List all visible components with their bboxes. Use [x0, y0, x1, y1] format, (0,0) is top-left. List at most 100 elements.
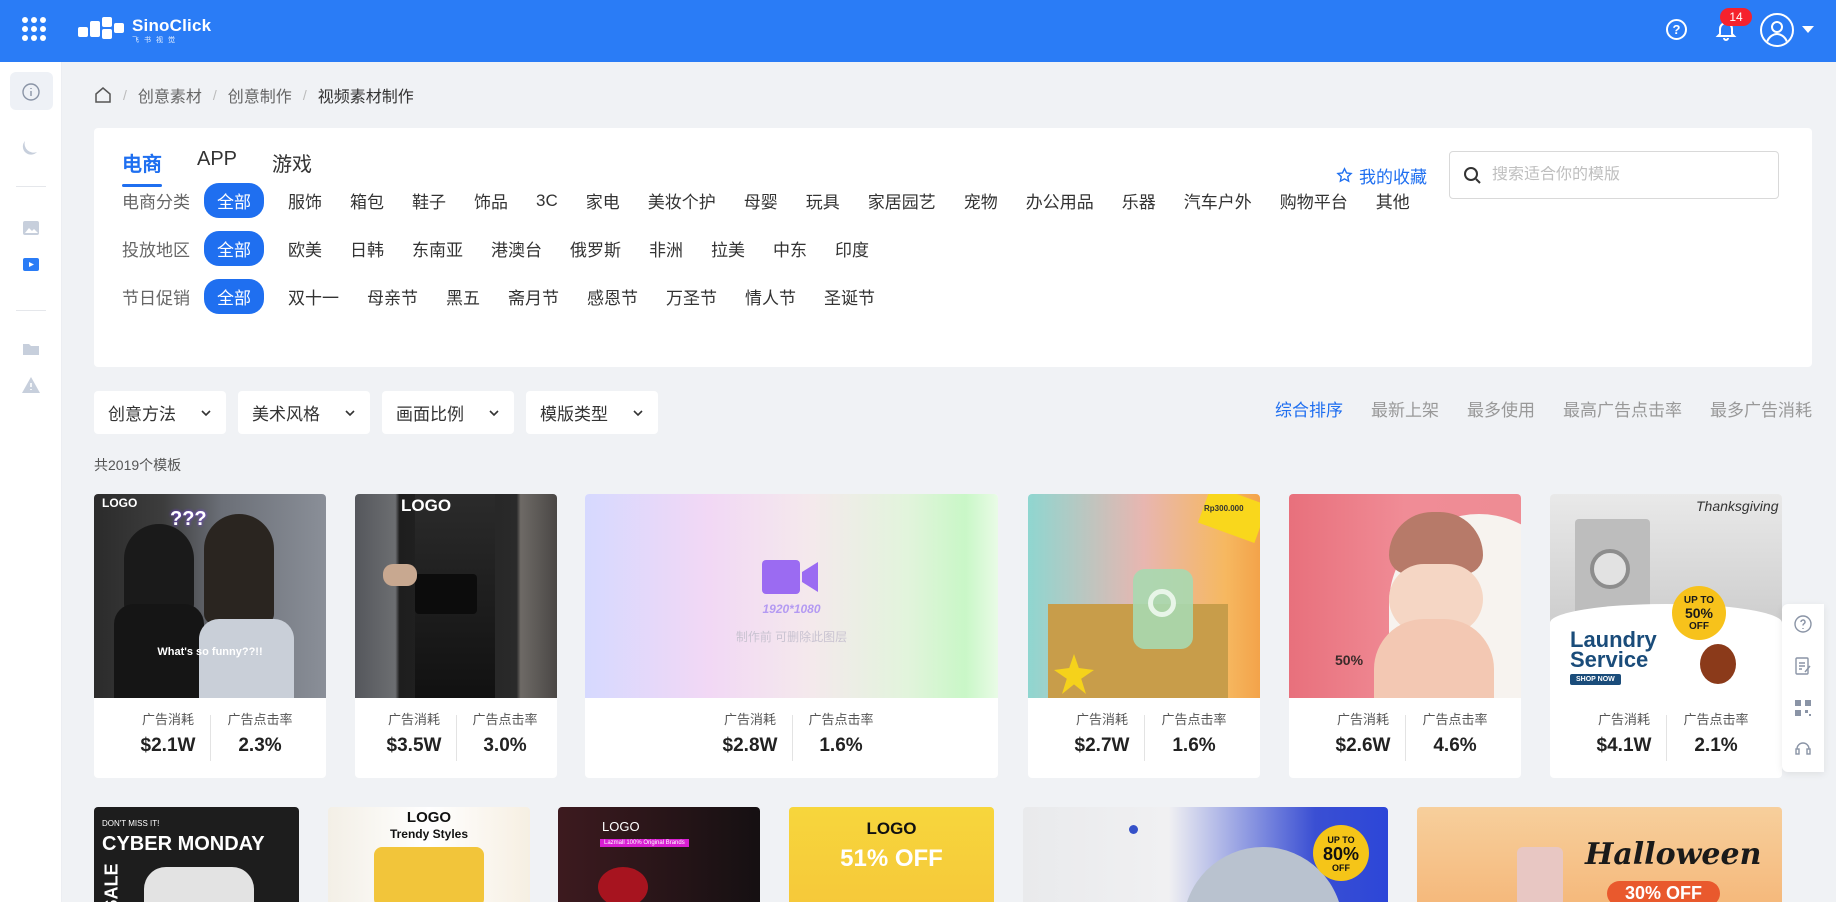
dropdown-art-style[interactable]: 美术风格: [238, 391, 370, 434]
filter-option[interactable]: 日韩: [350, 236, 384, 261]
filter-option[interactable]: 黑五: [446, 284, 480, 309]
ctr-value: 2.3%: [238, 735, 282, 756]
tab-game[interactable]: 游戏: [272, 148, 312, 187]
filter-option[interactable]: 斋月节: [508, 284, 559, 309]
template-thumbnail: 50%: [1289, 494, 1521, 698]
template-card[interactable]: LOGO Lazmall 100% Original Brands: [558, 807, 760, 902]
logo-text: LOGO: [406, 809, 452, 826]
ctr-value: 4.6%: [1433, 735, 1477, 756]
pie-chart-icon[interactable]: [21, 137, 41, 157]
template-card[interactable]: Rp300.000 广告消耗 $2.7W 广告点击率 1.6%: [1028, 494, 1260, 778]
edit-note-icon[interactable]: [1793, 656, 1813, 676]
filter-option[interactable]: 情人节: [745, 284, 796, 309]
sort-most-spend[interactable]: 最多广告消耗: [1710, 396, 1812, 421]
template-card[interactable]: LOGO 广告消耗 $3.5W 广告点击率 3.0%: [355, 494, 557, 778]
filter-option[interactable]: 中东: [773, 236, 807, 261]
filter-option[interactable]: 购物平台: [1280, 188, 1348, 213]
filter-option[interactable]: 港澳台: [491, 236, 542, 261]
filter-option[interactable]: 办公用品: [1026, 188, 1094, 213]
dropdown-creative-method[interactable]: 创意方法: [94, 391, 226, 434]
filter-option[interactable]: 家居园艺: [868, 188, 936, 213]
filter-option[interactable]: 3C: [536, 191, 558, 211]
breadcrumb-item[interactable]: 创意素材: [138, 83, 202, 107]
spend-label: 广告消耗: [141, 712, 194, 727]
template-card[interactable]: DON'T MISS IT! CYBER MONDAY SALE: [94, 807, 299, 902]
shop-now-tag: SHOP NOW: [1570, 674, 1621, 685]
dropdown-aspect-ratio[interactable]: 画面比例: [382, 391, 514, 434]
filter-option[interactable]: 印度: [835, 236, 869, 261]
warning-icon[interactable]: [21, 375, 41, 395]
filter-option[interactable]: 双十一: [288, 284, 339, 309]
help-icon[interactable]: [1793, 614, 1813, 634]
template-card[interactable]: Thanksgiving Laundry Service SHOP NOW UP…: [1550, 494, 1782, 778]
filter-option[interactable]: 非洲: [649, 236, 683, 261]
filter-option[interactable]: 圣诞节: [824, 284, 875, 309]
sort-newest[interactable]: 最新上架: [1371, 396, 1439, 421]
filter-option[interactable]: 宠物: [964, 188, 998, 213]
sort-highest-ctr[interactable]: 最高广告点击率: [1563, 396, 1682, 421]
filter-option[interactable]: 全部: [204, 279, 264, 314]
filter-label: 投放地区: [122, 241, 190, 260]
filter-option[interactable]: 东南亚: [412, 236, 463, 261]
ctr-value: 1.6%: [1172, 735, 1216, 756]
filter-option[interactable]: 母婴: [744, 188, 778, 213]
folder-icon[interactable]: [21, 339, 41, 359]
filter-option[interactable]: 箱包: [350, 188, 384, 213]
image-icon[interactable]: [21, 218, 41, 238]
filter-option[interactable]: 乐器: [1122, 188, 1156, 213]
filter-option[interactable]: 玩具: [806, 188, 840, 213]
support-icon[interactable]: [1793, 738, 1813, 758]
card-stats: 广告消耗 $2.7W 广告点击率 1.6%: [1028, 698, 1260, 778]
ctr-value: 3.0%: [483, 735, 527, 756]
filter-option[interactable]: 汽车户外: [1184, 188, 1252, 213]
filter-option[interactable]: 母亲节: [367, 284, 418, 309]
filter-option[interactable]: 感恩节: [587, 284, 638, 309]
search-input[interactable]: [1492, 166, 1762, 184]
filter-option[interactable]: 家电: [586, 188, 620, 213]
filter-option[interactable]: 欧美: [288, 236, 322, 261]
filter-option[interactable]: 其他: [1376, 188, 1410, 213]
filter-option[interactable]: 万圣节: [666, 284, 717, 309]
template-card[interactable]: Halloween 30% OFF: [1417, 807, 1782, 902]
avatar[interactable]: [1760, 13, 1794, 47]
app-grid-icon[interactable]: [22, 17, 46, 41]
template-card[interactable]: LOGO 51% OFF: [789, 807, 994, 902]
filter-option[interactable]: 俄罗斯: [570, 236, 621, 261]
chevron-down-icon[interactable]: [1802, 26, 1814, 33]
dropdown-template-type[interactable]: 模版类型: [526, 391, 658, 434]
template-thumbnail: LOGO: [355, 494, 557, 698]
breadcrumb-item[interactable]: 创意制作: [228, 83, 292, 107]
filter-option[interactable]: 饰品: [474, 188, 508, 213]
home-icon[interactable]: [94, 86, 112, 104]
sticker-text: ???: [170, 508, 207, 530]
qr-code-icon[interactable]: [1793, 698, 1813, 718]
sort-comprehensive[interactable]: 综合排序: [1275, 396, 1343, 421]
tab-app[interactable]: APP: [197, 148, 237, 187]
rail-divider: [16, 310, 46, 311]
help-icon[interactable]: ?: [1666, 19, 1687, 40]
filter-option[interactable]: 服饰: [288, 188, 322, 213]
info-icon[interactable]: [21, 82, 41, 102]
filter-option[interactable]: 美妆个护: [648, 188, 716, 213]
template-card[interactable]: LOGO Trendy Styles: [328, 807, 530, 902]
sort-most-used[interactable]: 最多使用: [1467, 396, 1535, 421]
filter-option[interactable]: 全部: [204, 231, 264, 266]
app-subtitle: 飞书视觉: [132, 36, 180, 44]
ctr-label: 广告点击率: [1161, 712, 1227, 727]
filter-option[interactable]: 全部: [204, 183, 264, 218]
template-card[interactable]: LOGO ??? What's so funny??!! 广告消耗 $2.1W 广…: [94, 494, 326, 778]
tab-ecommerce[interactable]: 电商: [122, 148, 162, 187]
kicker-text: DON'T MISS IT!: [102, 819, 160, 828]
region-filter-row: 投放地区 全部 欧美 日韩 东南亚 港澳台 俄罗斯 非洲 拉美 中东 印度: [122, 231, 897, 266]
template-card[interactable]: 50% 广告消耗 $2.6W 广告点击率 4.6%: [1289, 494, 1521, 778]
template-card[interactable]: 1920*1080 制作前 可删除此图层 广告消耗 $2.8W 广告点击率 1.6%: [585, 494, 998, 778]
rail-divider: [16, 186, 46, 187]
filter-option[interactable]: 鞋子: [412, 188, 446, 213]
filter-option[interactable]: 拉美: [711, 236, 745, 261]
logo-text: LOGO: [102, 496, 138, 510]
search-icon[interactable]: [1462, 165, 1482, 185]
chevron-down-icon: [345, 410, 355, 417]
template-card[interactable]: UP TO 80% OFF: [1023, 807, 1388, 902]
app-logo[interactable]: SinoClick 飞书视觉: [78, 16, 211, 44]
video-icon[interactable]: [21, 254, 41, 274]
